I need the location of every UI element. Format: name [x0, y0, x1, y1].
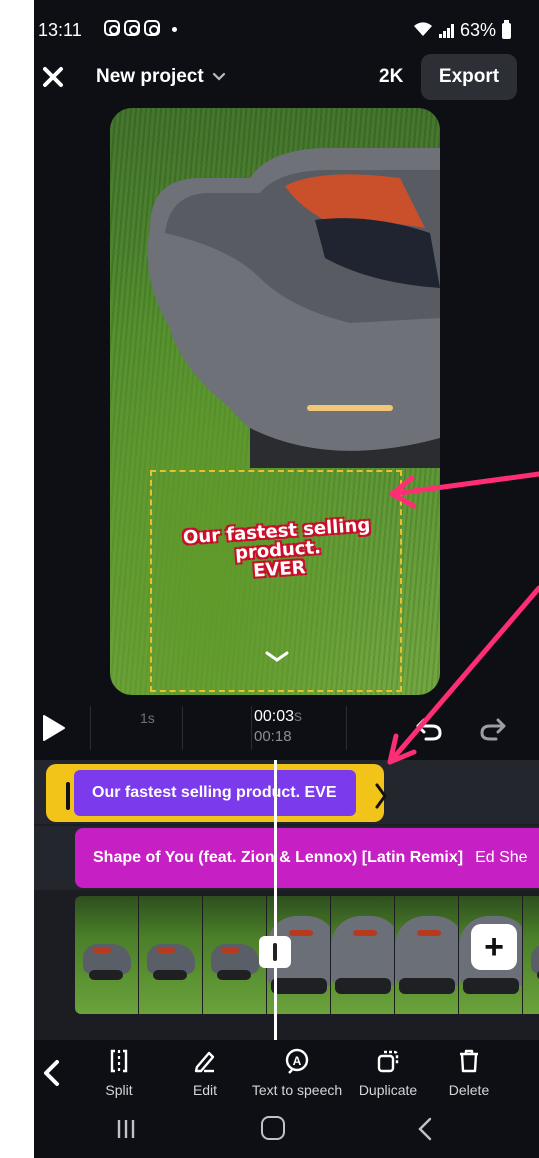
total-time: 00:18	[254, 728, 292, 745]
video-thumbnail	[331, 896, 394, 1014]
video-clip-strip[interactable]	[75, 896, 539, 1014]
music-clip[interactable]: Shape of You (feat. Zion & Lennox) [Lati…	[75, 828, 539, 888]
timeline[interactable]: Our fastest selling product. EVE Shape o…	[34, 760, 539, 1040]
music-title: Shape of You (feat. Zion & Lennox) [Lati…	[93, 849, 464, 866]
close-icon	[43, 67, 63, 87]
text-to-speech-button[interactable]: A Text to speech	[244, 1048, 350, 1098]
status-bar: 13:11 63%	[34, 0, 539, 56]
video-thumbnail	[139, 896, 202, 1014]
chevron-down-icon	[212, 72, 225, 81]
home-icon[interactable]	[261, 1116, 285, 1140]
export-button[interactable]: Export	[421, 54, 517, 100]
svg-text:A: A	[293, 1054, 302, 1068]
current-time-value: 00:03	[254, 708, 295, 725]
system-nav-bar	[34, 1110, 539, 1158]
robot-mower-image	[147, 148, 440, 468]
delete-label: Delete	[448, 1082, 490, 1098]
more-notifications-dot	[172, 27, 177, 32]
current-time: 00:03s	[254, 708, 302, 726]
project-title: New project	[96, 66, 204, 87]
text-overlay-box[interactable]: Our fastest selling product. EVER	[150, 470, 402, 692]
split-label: Split	[105, 1082, 133, 1098]
undo-icon[interactable]	[414, 714, 444, 742]
editor-header: New project 2K Export	[34, 52, 539, 104]
add-clip-button[interactable]: +	[471, 924, 517, 970]
battery-icon	[502, 19, 511, 39]
current-time-suffix: s	[294, 708, 303, 725]
resolution-selector[interactable]: 2K	[379, 66, 403, 88]
notification-icons	[104, 20, 177, 36]
recent-apps-icon[interactable]	[114, 1118, 138, 1140]
instagram-icon	[104, 20, 120, 36]
back-nav-icon[interactable]	[416, 1116, 434, 1142]
back-icon[interactable]	[40, 1058, 64, 1088]
time-ruler[interactable]: 1s	[90, 700, 390, 756]
plus-icon: +	[484, 927, 504, 966]
trim-handle-right[interactable]	[374, 782, 388, 810]
project-title-dropdown[interactable]: New project	[96, 66, 226, 88]
playhead[interactable]	[274, 760, 277, 1040]
text-clip[interactable]: Our fastest selling product. EVE	[74, 770, 356, 816]
edit-toolbar: Split Edit A Text to speech Duplicate De…	[34, 1040, 539, 1110]
system-status: 63%	[413, 19, 511, 41]
close-button[interactable]	[38, 62, 68, 92]
text-to-speech-icon: A	[285, 1048, 309, 1074]
play-icon[interactable]	[40, 714, 66, 742]
split-icon	[110, 1049, 128, 1073]
signal-icon	[438, 23, 454, 38]
instagram-icon	[124, 20, 140, 36]
overlay-text: Our fastest selling product. EVER	[182, 514, 371, 582]
app-screen: 13:11 63% New project 2K Export Our fast…	[34, 0, 539, 1158]
playback-controls: 1s 00:03s 00:18	[34, 700, 539, 756]
instagram-icon	[144, 20, 160, 36]
chevron-down-icon[interactable]	[264, 650, 290, 664]
music-artist: Ed She	[475, 849, 528, 866]
text-to-speech-label: Text to speech	[251, 1082, 343, 1098]
video-preview[interactable]: Our fastest selling product. EVER	[110, 108, 440, 695]
playhead-handle[interactable]	[259, 936, 291, 968]
status-time: 13:11	[38, 20, 82, 40]
trim-handle-left[interactable]	[66, 782, 70, 810]
redo-icon[interactable]	[478, 714, 508, 742]
edit-button[interactable]: Edit	[155, 1048, 255, 1098]
pen-icon	[194, 1051, 215, 1073]
video-thumbnail	[395, 896, 458, 1014]
duplicate-label: Duplicate	[358, 1082, 418, 1098]
video-thumbnail	[75, 896, 138, 1014]
battery-percent: 63%	[459, 20, 496, 40]
duplicate-icon	[377, 1050, 399, 1073]
trash-icon	[460, 1049, 478, 1073]
video-thumbnail	[523, 896, 539, 1014]
delete-button[interactable]: Delete	[419, 1048, 519, 1098]
ruler-label: 1s	[140, 710, 155, 726]
edit-label: Edit	[192, 1082, 218, 1098]
video-thumbnail	[203, 896, 266, 1014]
split-button[interactable]: Split	[69, 1048, 169, 1098]
wifi-icon	[413, 21, 433, 40]
